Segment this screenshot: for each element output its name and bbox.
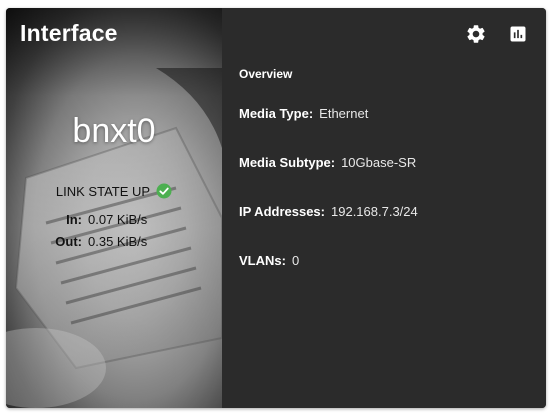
traffic-in-value: 0.07 KiB/s [88, 211, 148, 227]
media-type-row: Media Type: Ethernet [239, 106, 368, 121]
vlans-value: 0 [291, 253, 300, 268]
traffic-out-label: Out: [55, 233, 82, 249]
bar-chart-icon [510, 26, 526, 42]
ip-addresses-label: IP Addresses: [239, 204, 325, 219]
settings-button[interactable] [464, 22, 488, 46]
media-type-value: Ethernet [319, 106, 369, 121]
media-subtype-label: Media Subtype: [239, 155, 336, 170]
interface-hero-panel: Interface bnxt0 LINK STATE UP In: 0.07 K… [6, 8, 222, 408]
ip-addresses-value: 192.168.7.3/24 [331, 204, 418, 219]
link-state-label: LINK STATE UP [55, 183, 151, 199]
check-circle-icon [156, 183, 172, 199]
vlans-label: VLANs: [239, 253, 286, 268]
ip-addresses-row: IP Addresses: 192.168.7.3/24 [239, 204, 418, 219]
media-subtype-row: Media Subtype: 10Gbase-SR [239, 155, 416, 170]
media-subtype-value: 10Gbase-SR [341, 155, 417, 170]
overview-heading: Overview [239, 67, 293, 81]
media-type-label: Media Type: [239, 106, 314, 121]
vlans-row: VLANs: 0 [239, 253, 299, 268]
card-title: Interface [20, 20, 118, 46]
traffic-out-value: 0.35 KiB/s [88, 233, 148, 249]
traffic-out-row: Out: 0.35 KiB/s [6, 230, 222, 252]
interface-details-panel: Overview Media Type: Ethernet Media Subty… [222, 8, 546, 408]
link-state-status: LINK STATE UP [6, 183, 222, 199]
interface-name: bnxt0 [72, 112, 156, 150]
interface-card: Interface bnxt0 LINK STATE UP In: 0.07 K… [6, 8, 546, 408]
traffic-in-label: In: [66, 211, 82, 227]
card-toolbar [464, 22, 530, 46]
traffic-in-row: In: 0.07 KiB/s [6, 208, 222, 230]
reports-button[interactable] [506, 22, 530, 46]
gear-icon [467, 25, 485, 43]
traffic-rates: In: 0.07 KiB/s Out: 0.35 KiB/s [6, 208, 222, 252]
